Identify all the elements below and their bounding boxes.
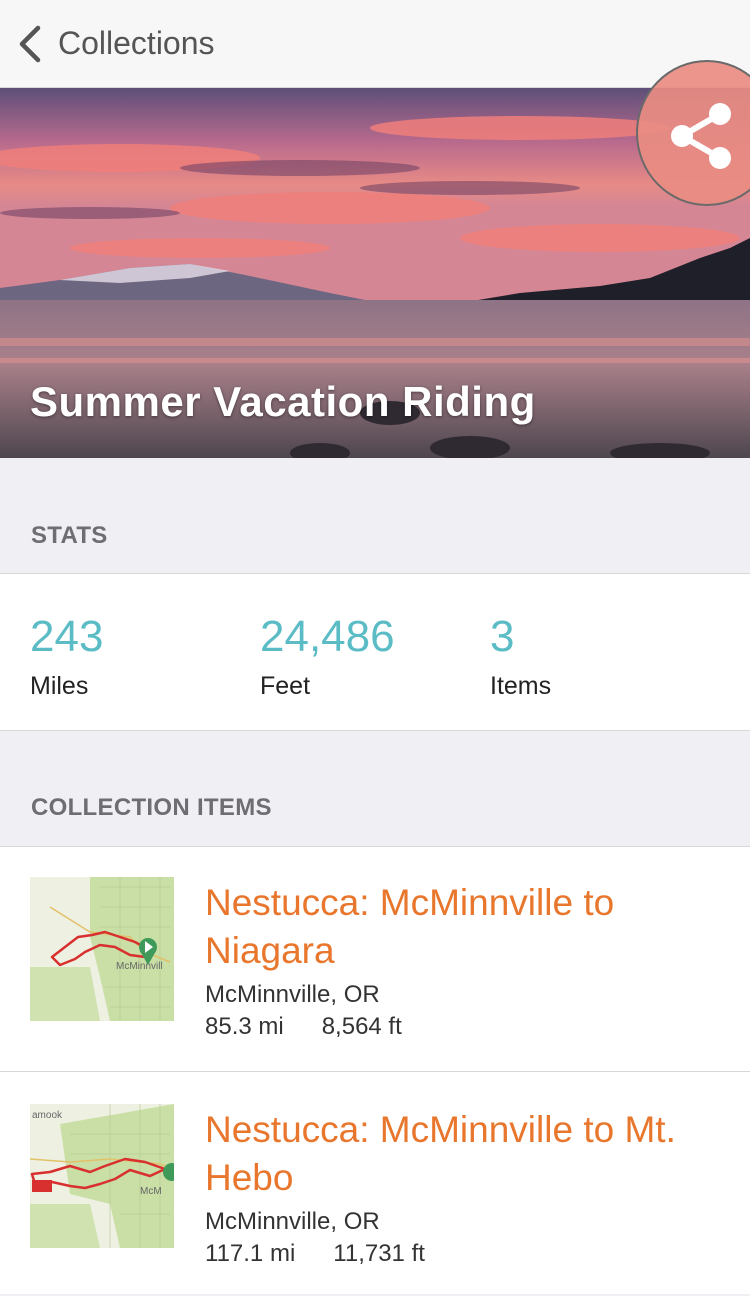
route-map-image: McMinnvill <box>30 877 174 1021</box>
stat-value: 3 <box>490 612 515 661</box>
list-item[interactable]: McMinnvill Nestucca: McMinnville to Niag… <box>0 847 750 1071</box>
item-title: Nestucca: McMinnville to Mt. Hebo <box>205 1109 676 1198</box>
item-elevation: 8,564 ft <box>321 1013 402 1040</box>
stat-label: Miles <box>30 672 89 700</box>
item-location: McMinnville, OR <box>205 1208 380 1235</box>
item-distance: 85.3 mi <box>205 1013 284 1040</box>
stats-panel: 243 Miles 24,486 Feet 3 Items <box>0 573 750 731</box>
map-town-label: McMinnvill <box>116 961 163 972</box>
map-town-label: McM <box>140 1186 162 1197</box>
back-label: Collections <box>58 25 215 61</box>
collection-items-list: McMinnvill Nestucca: McMinnville to Niag… <box>0 846 750 1294</box>
stat-label: Items <box>490 672 552 700</box>
item-title: Nestucca: McMinnville to Niagara <box>205 882 615 971</box>
list-item[interactable]: amook McM Nestucca: McMinnville to Mt. H… <box>0 1071 750 1296</box>
back-button[interactable]: Collections <box>0 0 215 88</box>
route-map-thumbnail: amook McM <box>30 1104 174 1248</box>
stat-label: Feet <box>260 672 311 700</box>
collection-title: Summer Vacation Riding <box>30 378 536 425</box>
route-map-image: amook McM <box>30 1104 174 1248</box>
collection-items-heading: COLLECTION ITEMS <box>31 794 272 821</box>
share-icon <box>671 103 731 169</box>
item-stats: 85.3 mi 8,564 ft <box>205 1013 402 1041</box>
navigation-bar: Collections <box>0 0 750 88</box>
route-map-thumbnail: McMinnvill <box>30 877 174 1021</box>
stat-value: 24,486 <box>260 612 395 661</box>
chevron-left-icon <box>19 25 41 62</box>
stats-heading: STATS <box>31 522 108 549</box>
item-location: McMinnville, OR <box>205 981 380 1008</box>
item-distance: 117.1 mi <box>205 1240 296 1267</box>
item-stats: 117.1 mi 11,731 ft <box>205 1240 425 1268</box>
stat-value: 243 <box>30 612 104 661</box>
item-elevation: 11,731 ft <box>333 1240 425 1267</box>
svg-text:amook: amook <box>32 1110 63 1121</box>
